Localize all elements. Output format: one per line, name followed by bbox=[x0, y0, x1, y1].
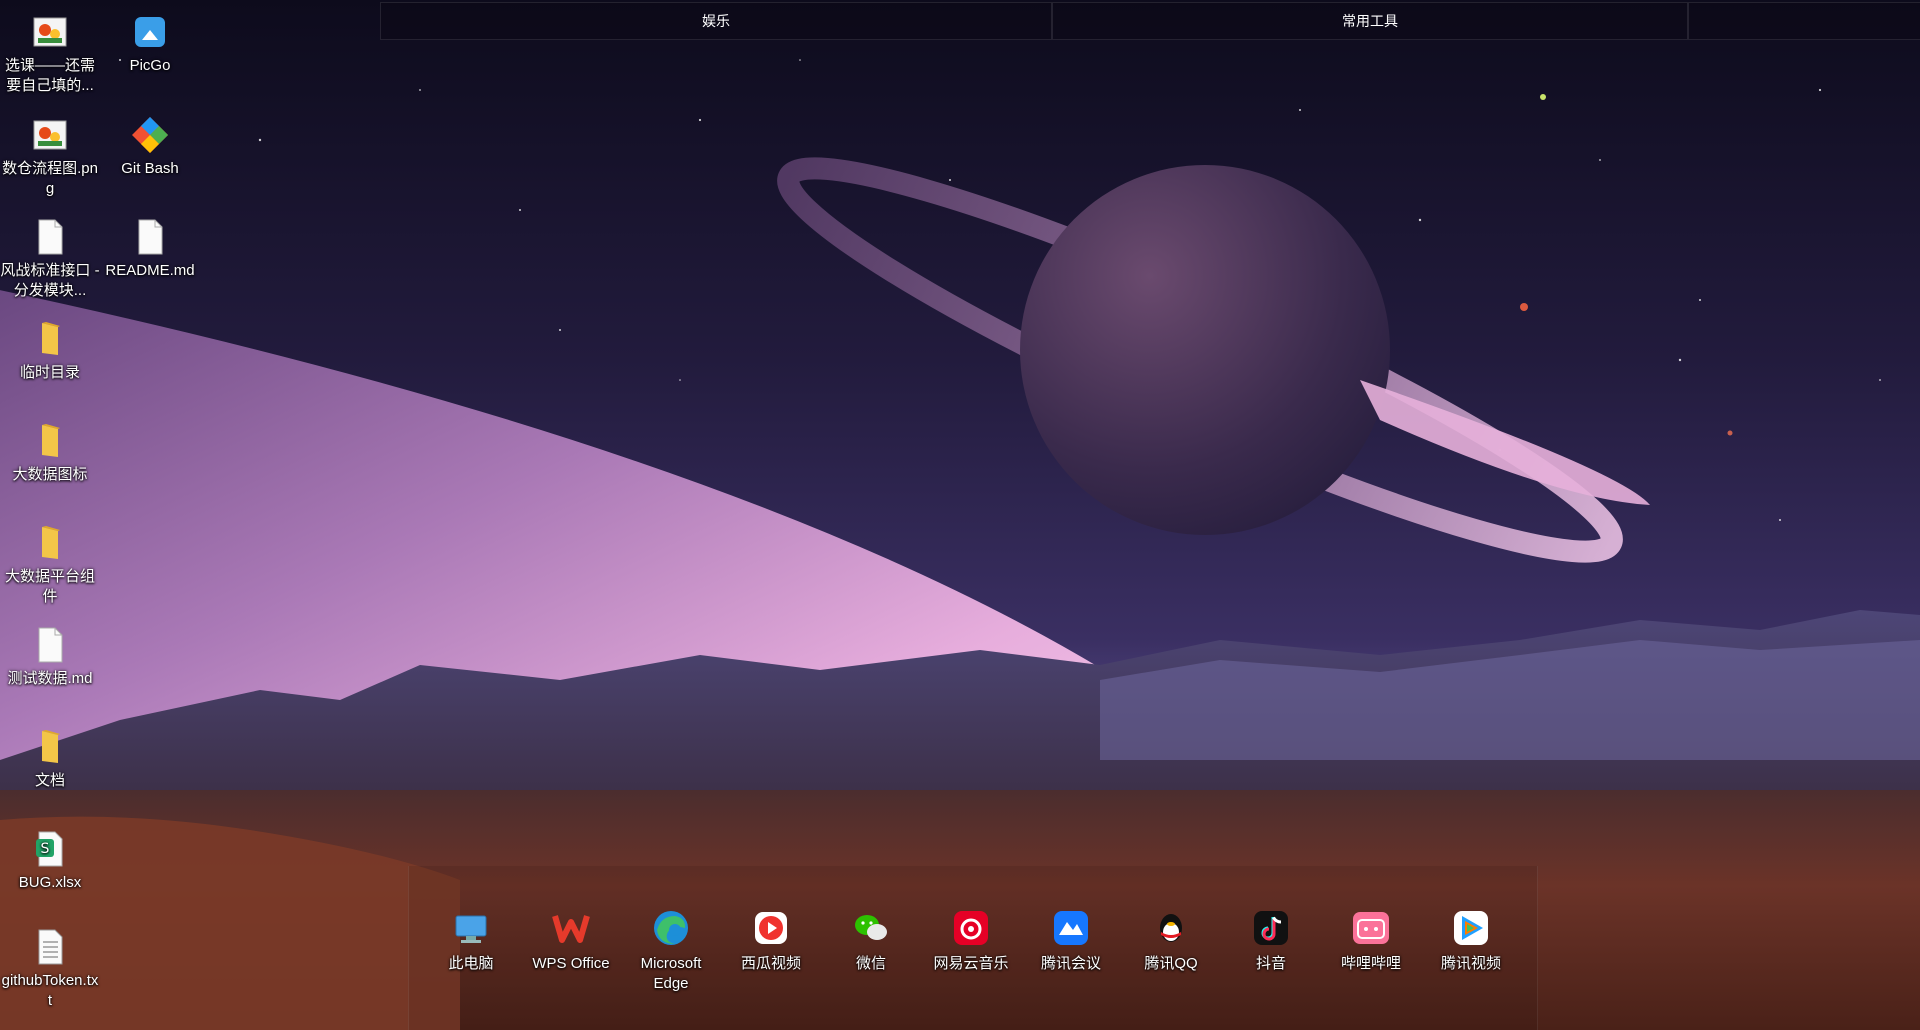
desktop-icon-label: 临时目录 bbox=[19, 364, 80, 381]
dock-item-label: 此电脑 bbox=[448, 955, 494, 972]
text-file-icon bbox=[38, 929, 63, 965]
desktop-icon-bigdata-icons[interactable]: 大数据图标 bbox=[0, 421, 100, 485]
desktop-icon-label: 大数据平台组件 bbox=[4, 568, 95, 605]
fence-entertainment[interactable]: 娱乐 bbox=[380, 2, 1052, 40]
dock-item-tencent-qq[interactable]: 腾讯QQ bbox=[1121, 908, 1221, 974]
dock-item-xigua-video[interactable]: 西瓜视频 bbox=[721, 908, 821, 974]
edge-icon bbox=[654, 911, 688, 945]
image-file-icon bbox=[33, 120, 67, 150]
folder-icon bbox=[42, 730, 60, 763]
dock-item-tencent-meeting[interactable]: 腾讯会议 bbox=[1021, 908, 1121, 974]
desktop-icon-label: PicGo bbox=[129, 57, 171, 74]
tencent-meeting-icon bbox=[1054, 911, 1088, 945]
dock-item-label: 抖音 bbox=[1255, 955, 1286, 972]
dock-item-douyin[interactable]: 抖音 bbox=[1221, 908, 1321, 974]
svg-text:S: S bbox=[41, 841, 50, 857]
desktop-icon-label: 大数据图标 bbox=[12, 466, 88, 483]
netease-music-icon bbox=[954, 911, 988, 945]
desktop-icon-temp-folder[interactable]: 临时目录 bbox=[0, 319, 100, 383]
fence-untitled[interactable] bbox=[1688, 2, 1920, 40]
wechat-icon bbox=[855, 915, 887, 940]
dock-item-this-pc[interactable]: 此电脑 bbox=[421, 908, 521, 974]
desktop-icon-label: 测试数据.md bbox=[7, 670, 93, 687]
dock-item-label: 腾讯视频 bbox=[1440, 955, 1501, 972]
dock-item-label: 网易云音乐 bbox=[933, 955, 1009, 972]
desktop-icon-label: 数仓流程图.png bbox=[2, 160, 98, 197]
image-file-icon bbox=[33, 17, 67, 47]
folder-icon bbox=[42, 526, 60, 559]
fence-title: 娱乐 bbox=[702, 13, 730, 29]
desktop-icon-label: 选课——还需要自己填的... bbox=[4, 57, 95, 94]
dock-item-label: 腾讯会议 bbox=[1040, 955, 1101, 972]
document-file-icon bbox=[38, 627, 63, 663]
desktop-icon-course-selection[interactable]: 选课——还需要自己填的... bbox=[0, 12, 100, 96]
picgo-icon bbox=[135, 17, 165, 47]
folder-icon bbox=[42, 322, 60, 355]
spreadsheet-file-icon: S bbox=[36, 831, 63, 867]
desktop-icon-label: 风战标准接口 - 分发模块... bbox=[0, 262, 100, 299]
desktop-icon-picgo[interactable]: PicGo bbox=[100, 12, 200, 76]
desktop-icon-standard-interface[interactable]: 风战标准接口 - 分发模块... bbox=[0, 217, 100, 301]
wps-office-icon bbox=[552, 915, 590, 943]
dock-item-label: Microsoft Edge bbox=[640, 955, 702, 992]
desktop-icon-github-token[interactable]: githubToken.txt bbox=[0, 927, 100, 1011]
desktop-icon-warehouse-flowchart[interactable]: 数仓流程图.png bbox=[0, 115, 100, 199]
folder-icon bbox=[42, 424, 60, 457]
fence-common-tools[interactable]: 常用工具 bbox=[1052, 2, 1688, 40]
desktop-icon-label: 文档 bbox=[34, 772, 65, 789]
fence-title: 常用工具 bbox=[1342, 13, 1398, 29]
git-bash-icon bbox=[132, 117, 168, 153]
dock-item-microsoft-edge[interactable]: Microsoft Edge bbox=[621, 908, 721, 994]
computer-icon bbox=[455, 915, 487, 943]
document-file-icon bbox=[38, 219, 63, 255]
qq-icon bbox=[1160, 914, 1182, 942]
desktop-icon-git-bash[interactable]: Git Bash bbox=[100, 115, 200, 179]
dock-item-label: 哔哩哔哩 bbox=[1340, 955, 1401, 972]
bilibili-icon bbox=[1353, 912, 1389, 944]
desktop-icon-bigdata-platform[interactable]: 大数据平台组件 bbox=[0, 523, 100, 607]
dock-item-netease-music[interactable]: 网易云音乐 bbox=[921, 908, 1021, 974]
desktop-icon-readme[interactable]: README.md bbox=[100, 217, 200, 281]
desktop-icon-label: githubToken.txt bbox=[1, 972, 99, 1009]
douyin-icon bbox=[1254, 911, 1288, 945]
dock-item-label: 西瓜视频 bbox=[740, 955, 801, 972]
dock-item-tencent-video[interactable]: 腾讯视频 bbox=[1421, 908, 1521, 974]
dock-item-wechat[interactable]: 微信 bbox=[821, 908, 921, 974]
desktop-icon-documents[interactable]: 文档 bbox=[0, 727, 100, 791]
desktop-icon-label: Git Bash bbox=[121, 160, 179, 177]
desktop-icon-bug-xlsx[interactable]: S BUG.xlsx bbox=[0, 829, 100, 893]
dock-item-label: 微信 bbox=[855, 955, 886, 972]
desktop-icon-label: README.md bbox=[105, 262, 195, 279]
desktop-icon-test-data[interactable]: 测试数据.md bbox=[0, 625, 100, 689]
dock-item-wps-office[interactable]: WPS Office bbox=[521, 908, 621, 974]
desktop-icon-label: BUG.xlsx bbox=[18, 874, 82, 891]
document-file-icon bbox=[138, 219, 163, 255]
dock-item-label: 腾讯QQ bbox=[1144, 955, 1198, 972]
xigua-video-icon bbox=[755, 912, 787, 944]
dock-item-bilibili[interactable]: 哔哩哔哩 bbox=[1321, 908, 1421, 974]
dock-item-label: WPS Office bbox=[532, 955, 610, 972]
common-tools-dock: 此电脑 WPS Office Microsoft Edge 西瓜视频 微信 网易… bbox=[408, 866, 1538, 1030]
tencent-video-icon bbox=[1454, 911, 1488, 945]
